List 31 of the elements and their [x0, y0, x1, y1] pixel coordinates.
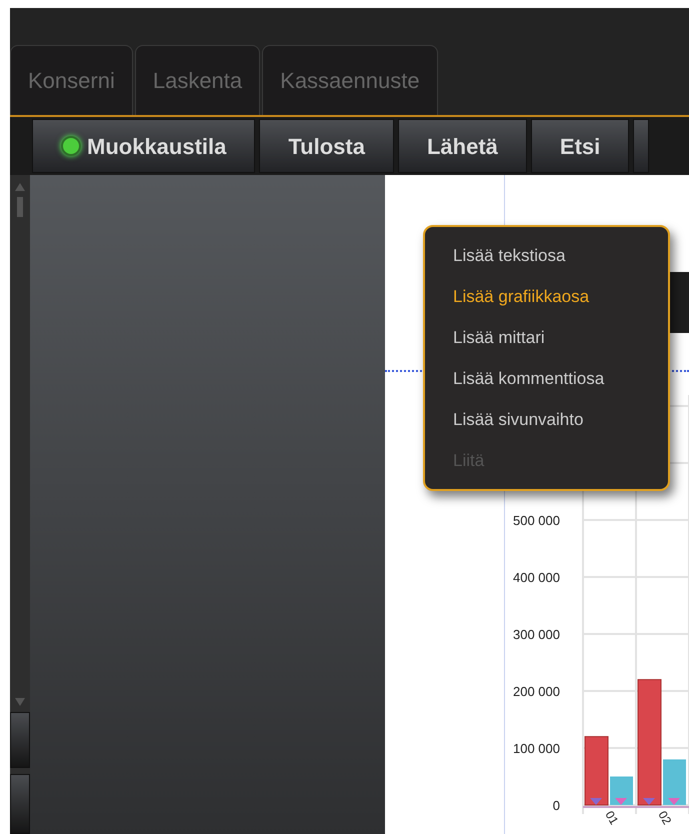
- bar: [663, 759, 686, 805]
- bar: [584, 736, 608, 806]
- side-button[interactable]: [10, 712, 30, 768]
- marker-icon: [668, 798, 680, 805]
- y-tick-label: 100 000: [513, 741, 560, 756]
- x-tick-label: 01: [602, 808, 622, 828]
- y-tick-label: 400 000: [513, 570, 560, 585]
- scroll-thumb[interactable]: [17, 197, 23, 217]
- side-button[interactable]: [10, 774, 30, 834]
- toolbar-button[interactable]: Lähetä: [398, 119, 527, 173]
- y-tick-label: 300 000: [513, 627, 560, 642]
- menu-item[interactable]: Lisää tekstiosa: [453, 235, 668, 276]
- toolbar-button[interactable]: Muokkaustila: [32, 119, 256, 173]
- y-tick-label: 0: [552, 798, 560, 813]
- marker-icon: [590, 798, 602, 805]
- y-tick-label: 500 000: [513, 513, 560, 528]
- bar: [610, 776, 633, 805]
- toolbar-button[interactable]: [633, 119, 650, 173]
- toolbar-button[interactable]: Etsi: [530, 119, 630, 173]
- menu-item[interactable]: Lisää sivunvaihto: [453, 399, 668, 440]
- y-tick-label: 200 000: [513, 684, 560, 699]
- marker-icon: [615, 798, 627, 805]
- scrollbar[interactable]: [10, 175, 30, 834]
- scroll-down-icon[interactable]: [15, 698, 25, 706]
- menu-item[interactable]: Lisää grafiikkaosa: [453, 276, 668, 317]
- menu-item[interactable]: Lisää mittari: [453, 317, 668, 358]
- x-tick-label: 02: [655, 808, 674, 828]
- menu-item[interactable]: Lisää kommenttiosa: [453, 358, 668, 399]
- toolbar-button[interactable]: Tulosta: [259, 119, 394, 173]
- scroll-up-icon[interactable]: [15, 183, 25, 191]
- marker-icon: [643, 798, 655, 805]
